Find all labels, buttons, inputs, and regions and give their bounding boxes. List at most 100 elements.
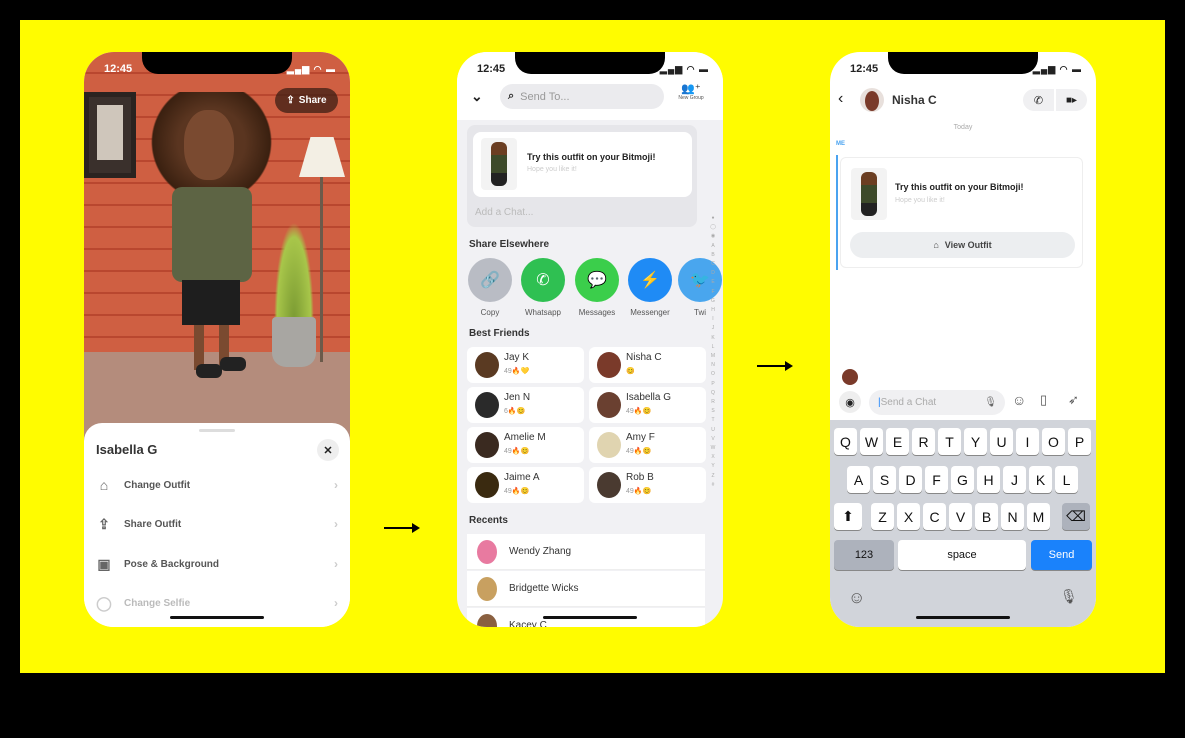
key-y[interactable]: Y [964, 428, 987, 455]
key-u[interactable]: U [990, 428, 1013, 455]
friend-cell[interactable]: Rob B 49🔥😊 [589, 467, 706, 503]
action-sheet: Isabella G ✕ ⌂ Change Outfit › ⇪ Share Outf… [84, 423, 350, 627]
close-button[interactable]: ✕ [317, 439, 339, 461]
key-k[interactable]: K [1029, 466, 1052, 493]
key-v[interactable]: V [949, 503, 972, 530]
chat-input[interactable]: | Send a Chat 🎙 [869, 390, 1005, 415]
friend-streak: 49🔥😊 [504, 448, 530, 455]
menu-item-change-outfit[interactable]: ⌂ Change Outfit › [84, 470, 350, 500]
key-a[interactable]: A [847, 466, 870, 493]
contact-name[interactable]: Nisha C [892, 93, 937, 107]
friend-cell[interactable]: Jay K 49🔥💛 [467, 347, 584, 383]
delete-key[interactable]: ⌫ [1062, 503, 1090, 530]
friend-avatar [475, 472, 499, 498]
share-icon: ⇪ [286, 95, 295, 106]
friend-cell[interactable]: Isabella G 49🔥😊 [589, 387, 706, 423]
share-button[interactable]: ⇪ Share [275, 88, 338, 113]
plant [274, 222, 314, 322]
sheet-grabber[interactable] [199, 429, 235, 432]
recent-item[interactable]: Wendy Zhang [467, 534, 705, 570]
add-chat-input[interactable]: Add a Chat... [475, 207, 533, 218]
sticker-icon[interactable]: ▯ [1040, 392, 1047, 408]
status-icons: ▂▄▆ ◠ ▬ [659, 64, 709, 74]
menu-label: Change Outfit [124, 479, 191, 491]
shift-key[interactable]: ⬆ [834, 503, 862, 530]
key-m[interactable]: M [1027, 503, 1050, 530]
key-x[interactable]: X [897, 503, 920, 530]
key-j[interactable]: J [1003, 466, 1026, 493]
send-key[interactable]: Send [1031, 540, 1092, 570]
video-icon: ■▸ [1065, 94, 1078, 106]
friend-cell[interactable]: Amy F 49🔥😊 [589, 427, 706, 463]
friend-cell[interactable]: Nisha C 😊 [589, 347, 706, 383]
share-target-whatsapp[interactable]: ✆ [521, 258, 565, 302]
key-s[interactable]: S [873, 466, 896, 493]
friend-avatar [475, 392, 499, 418]
numbers-key[interactable]: 123 [834, 540, 894, 570]
emoji-icon[interactable]: ☺ [1012, 392, 1026, 408]
home-indicator [170, 616, 264, 619]
key-d[interactable]: D [899, 466, 922, 493]
date-divider: Today [953, 124, 973, 131]
phone-bitmoji-screen: 12:45 ▂▄▆ ◠ ▬ ⇪ Share Isabella G ✕ ⌂ Chang… [84, 52, 350, 627]
key-f[interactable]: F [925, 466, 948, 493]
friend-cell[interactable]: Amelie M 49🔥😊 [467, 427, 584, 463]
key-e[interactable]: E [886, 428, 909, 455]
menu-item-pose-background[interactable]: ▣ Pose & Background › [84, 549, 350, 579]
key-r[interactable]: R [912, 428, 935, 455]
phone-chat-screen: 12:45 ▂▄▆ ◠ ▬ ‹ Nisha C ✆ ■▸ Today ME Tr… [830, 52, 1096, 627]
alphabet-index[interactable]: ● ◯ ◉ A B C D E F G H I J K L M N O P Q R S… [708, 214, 718, 490]
key-q[interactable]: Q [834, 428, 857, 455]
search-icon: ⌕ [508, 90, 515, 102]
menu-item-share-outfit[interactable]: ⇪ Share Outfit › [84, 509, 350, 539]
view-outfit-button[interactable]: ⌂ View Outfit [850, 232, 1075, 258]
group-add-icon: 👥⁺ [681, 83, 701, 95]
camera-button[interactable]: ◉ [839, 391, 861, 413]
recent-item[interactable]: Bridgette Wicks [467, 571, 705, 607]
sheet-title: Isabella G [96, 442, 158, 457]
card-title: Try this outfit on your Bitmoji! [895, 182, 1024, 192]
status-time: 12:45 [104, 63, 133, 75]
friend-name: Jen N [504, 392, 531, 403]
key-b[interactable]: B [975, 503, 998, 530]
emoji-keyboard-icon[interactable]: ☺ [848, 588, 865, 608]
share-target-copy[interactable]: 🔗 [468, 258, 512, 302]
friend-cell[interactable]: Jen N 6🔥😊 [467, 387, 584, 423]
share-target-messages[interactable]: 💬 [575, 258, 619, 302]
key-z[interactable]: Z [871, 503, 894, 530]
back-chevron-icon[interactable]: ‹ [838, 90, 843, 108]
mic-icon[interactable]: 🎙 [984, 397, 997, 408]
space-key[interactable]: space [898, 540, 1026, 570]
plant-pot [272, 317, 316, 367]
key-g[interactable]: G [951, 466, 974, 493]
share-target-messenger[interactable]: ⚡ [628, 258, 672, 302]
outfit-share-card: Try this outfit on your Bitmoji! Hope yo… [467, 125, 697, 227]
search-input[interactable]: ⌕ Send To... [500, 84, 664, 109]
friend-streak: 49🔥😊 [626, 448, 652, 455]
collapse-chevron-icon[interactable]: ⌄ [471, 88, 483, 105]
video-call-button[interactable]: ■▸ [1056, 89, 1087, 111]
sender-label: ME [836, 141, 845, 147]
menu-item-change-selfie[interactable]: ◯ Change Selfie › [84, 588, 350, 618]
friend-cell[interactable]: Jaime A 49🔥😊 [467, 467, 584, 503]
key-t[interactable]: T [938, 428, 961, 455]
call-button[interactable]: ✆ [1023, 89, 1054, 111]
home-indicator [543, 616, 637, 619]
key-p[interactable]: P [1068, 428, 1091, 455]
notch [515, 52, 665, 74]
key-h[interactable]: H [977, 466, 1000, 493]
key-l[interactable]: L [1055, 466, 1078, 493]
key-o[interactable]: O [1042, 428, 1065, 455]
friend-name: Jay K [504, 352, 530, 363]
key-c[interactable]: C [923, 503, 946, 530]
new-group-button[interactable]: 👥⁺ New Group [671, 82, 711, 101]
key-n[interactable]: N [1001, 503, 1024, 530]
contact-avatar[interactable] [860, 88, 884, 112]
card-subtitle: Hope you like it! [895, 197, 945, 204]
key-i[interactable]: I [1016, 428, 1039, 455]
avatar-face [184, 110, 234, 180]
rocket-icon[interactable]: ➶ [1068, 392, 1079, 408]
dictation-mic-icon[interactable]: 🎙 [1060, 588, 1078, 605]
hanger-icon: ⌂ [99, 477, 109, 493]
key-w[interactable]: W [860, 428, 883, 455]
